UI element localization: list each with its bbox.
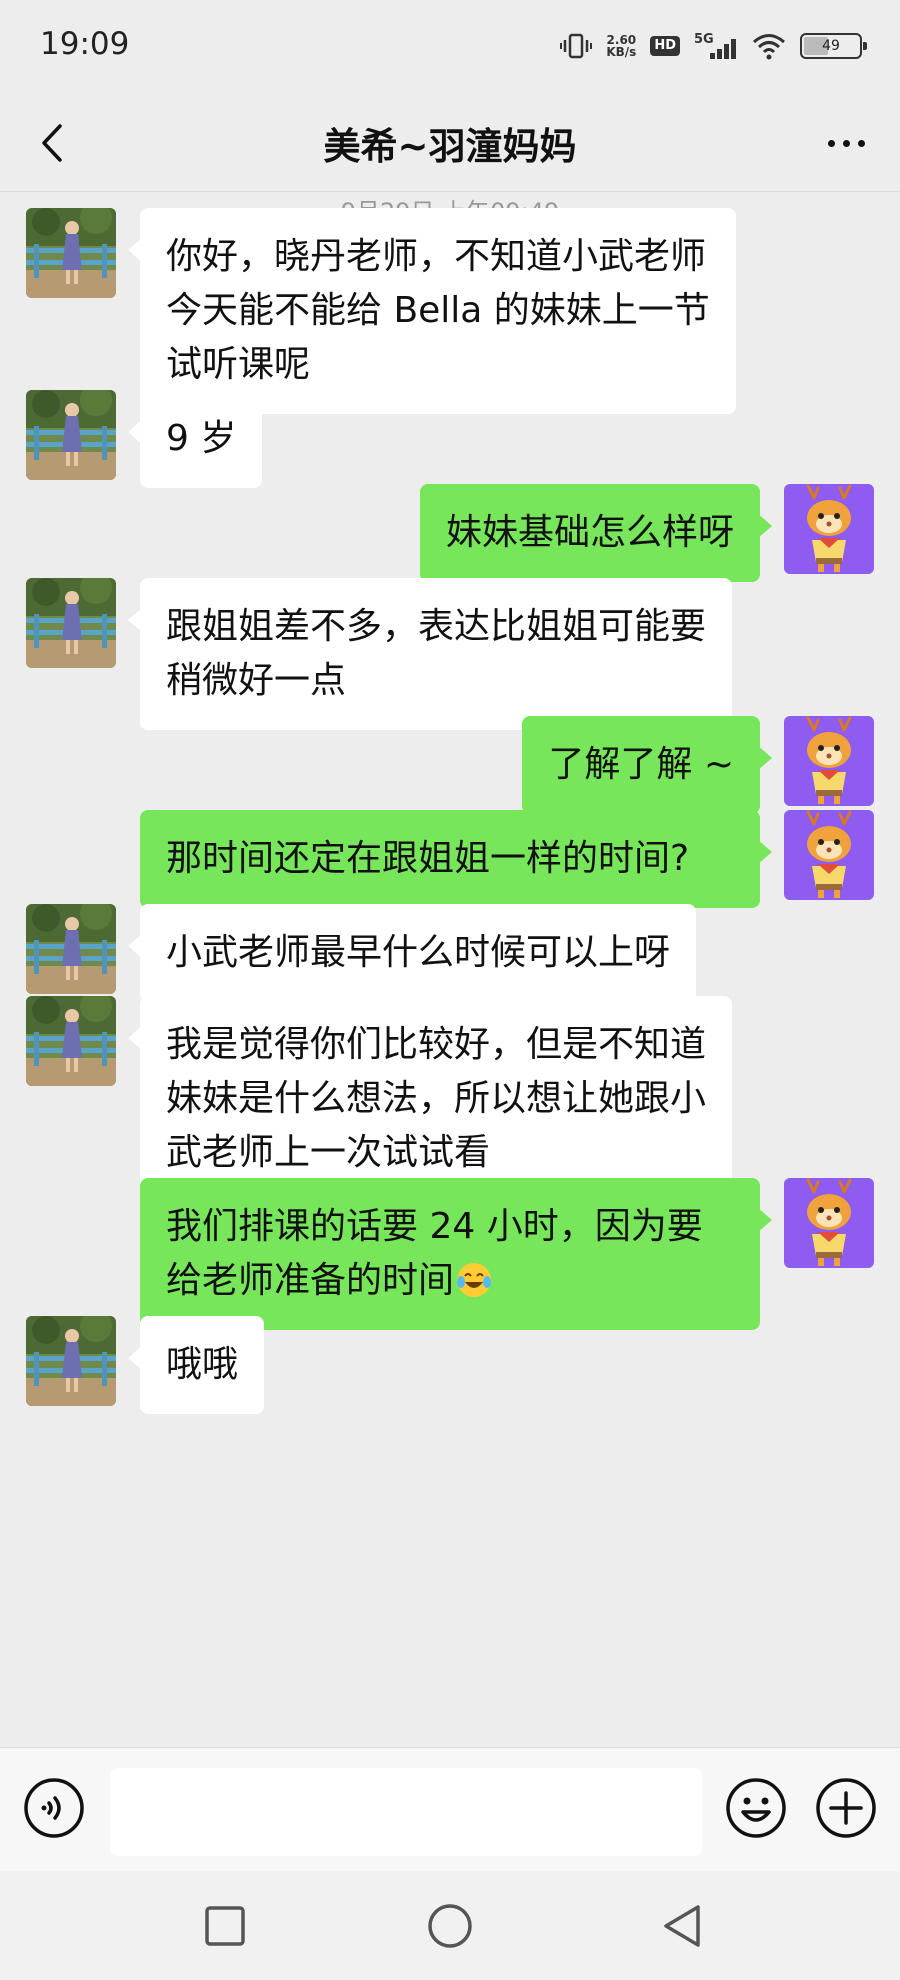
more-icon-dot bbox=[827, 139, 835, 147]
message-bubble[interactable]: 9 岁 bbox=[127, 390, 263, 488]
message-text-line: 了解了解 ~ bbox=[548, 744, 734, 785]
chat-title: 美希~羽潼妈妈 bbox=[323, 125, 577, 168]
plus-icon bbox=[816, 1778, 876, 1838]
laughing-tears-emoji bbox=[457, 1263, 492, 1297]
message-text-line: 跟姐姐差不多，表达比姐姐可能要 bbox=[166, 606, 707, 647]
message-text-line: 我们排课的话要 24 小时，因为要 bbox=[166, 1206, 703, 1247]
contact-avatar[interactable] bbox=[26, 578, 116, 668]
status-icons: 2.60 KB/s HD 5G 49 bbox=[560, 26, 867, 66]
message-text-line: 那时间还定在跟姐姐一样的时间? bbox=[166, 838, 690, 879]
chat-header: 美希~羽潼妈妈 bbox=[0, 96, 900, 192]
contact-avatar[interactable] bbox=[26, 1316, 116, 1406]
more-icon-dot bbox=[857, 139, 865, 147]
more-functions-button[interactable] bbox=[814, 1776, 878, 1840]
contact-avatar[interactable] bbox=[26, 904, 116, 994]
message-bubble[interactable]: 那时间还定在跟姐姐一样的时间? bbox=[140, 810, 772, 908]
my-avatar[interactable] bbox=[784, 484, 874, 574]
message-bubble[interactable]: 我是觉得你们比较好，但是不知道 妹妹是什么想法，所以想让她跟小 武老师上一次试试看 bbox=[127, 996, 733, 1202]
home-button[interactable] bbox=[423, 1899, 477, 1953]
message-bubble[interactable]: 你好，晓丹老师，不知道小武老师 今天能不能给 Bella 的妹妹上一节 试听课呢 bbox=[128, 208, 736, 414]
net-speed-unit: KB/s bbox=[606, 45, 637, 59]
recents-button[interactable] bbox=[198, 1899, 252, 1953]
network-label: 5G bbox=[694, 32, 714, 47]
smiley-icon bbox=[726, 1778, 786, 1838]
voice-icon bbox=[24, 1778, 84, 1838]
message-input[interactable] bbox=[110, 1768, 702, 1856]
battery-indicator: 49 bbox=[800, 33, 867, 59]
chat-message-list[interactable]: 9月29日 上午09:49 你好，晓丹老师，不知道小武老师今天能不能给 Bell… bbox=[0, 192, 900, 1747]
my-avatar[interactable] bbox=[784, 716, 874, 806]
system-nav-bar bbox=[0, 1871, 900, 1980]
square-icon bbox=[205, 1906, 245, 1946]
vibrate-icon bbox=[560, 33, 593, 59]
net-speed: 2.60 KB/s bbox=[606, 34, 636, 58]
contact-avatar[interactable] bbox=[26, 390, 116, 480]
status-bar: 19:09 2.60 KB/s HD 5G 49 bbox=[0, 0, 900, 96]
message-text-line: 今天能不能给 Bella 的妹妹上一节 bbox=[166, 290, 710, 331]
more-button[interactable] bbox=[818, 118, 874, 168]
message-text-line: 妹妹基础怎么样呀 bbox=[445, 512, 734, 553]
message-bubble[interactable]: 小武老师最早什么时候可以上呀 bbox=[127, 904, 697, 1002]
message-text-line: 9 岁 bbox=[166, 418, 237, 459]
circle-icon bbox=[428, 1904, 472, 1948]
message-text-line: 我是觉得你们比较好，但是不知道 bbox=[166, 1024, 707, 1065]
message-text-line: 给老师准备的时间 bbox=[166, 1254, 734, 1308]
message-bubble[interactable]: 跟姐姐差不多，表达比姐姐可能要 稍微好一点 bbox=[127, 578, 733, 730]
battery-level: 49 bbox=[822, 38, 840, 54]
contact-avatar[interactable] bbox=[26, 996, 116, 1086]
message-bubble[interactable]: 哦哦 bbox=[127, 1316, 265, 1414]
triangle-back-icon bbox=[664, 1905, 700, 1947]
my-avatar[interactable] bbox=[784, 1178, 874, 1268]
message-bubble[interactable]: 了解了解 ~ bbox=[522, 716, 772, 814]
message-text-line: 妹妹是什么想法，所以想让她跟小 bbox=[166, 1078, 707, 1119]
input-bar bbox=[0, 1747, 900, 1871]
message-bubble[interactable]: 我们排课的话要 24 小时，因为要给老师准备的时间 bbox=[140, 1178, 772, 1330]
signal-5g-icon: 5G bbox=[694, 32, 736, 59]
contact-avatar[interactable] bbox=[26, 208, 116, 298]
wifi-icon bbox=[753, 34, 785, 60]
message-text-line: 武老师上一次试试看 bbox=[166, 1132, 491, 1173]
message-text-line: 小武老师最早什么时候可以上呀 bbox=[166, 932, 671, 973]
hd-badge: HD bbox=[650, 36, 680, 56]
my-avatar[interactable] bbox=[784, 810, 874, 900]
message-bubble[interactable]: 妹妹基础怎么样呀 bbox=[419, 484, 773, 582]
message-text-line: 你好，晓丹老师，不知道小武老师 bbox=[166, 236, 707, 277]
more-icon-dot bbox=[842, 139, 850, 147]
status-time: 19:09 bbox=[40, 26, 130, 62]
message-text-line: 哦哦 bbox=[166, 1344, 239, 1385]
message-text-line: 试听课呢 bbox=[166, 344, 311, 385]
message-text-line: 稍微好一点 bbox=[166, 660, 347, 701]
voice-input-button[interactable] bbox=[22, 1776, 86, 1840]
system-back-button[interactable] bbox=[656, 1899, 710, 1953]
emoji-button[interactable] bbox=[724, 1776, 788, 1840]
